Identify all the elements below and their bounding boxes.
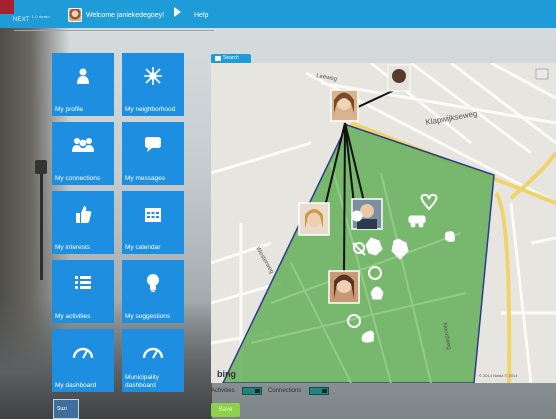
- tile-label: My neighborhood: [125, 105, 176, 113]
- thumbs-up-icon: [52, 201, 114, 227]
- background-lamp-pole: [40, 170, 43, 280]
- welcome-text: Welcome janiekedegoey!: [86, 12, 165, 19]
- map-search-tab[interactable]: Search: [211, 54, 251, 63]
- list-icon: [52, 270, 114, 296]
- neighborhood-map[interactable]: Leeweg Klapwijkseweg Westerweg Noordweg: [211, 63, 556, 383]
- tile-label: My connections: [55, 174, 101, 182]
- tile-label: My profile: [55, 105, 84, 113]
- tile-my-interests[interactable]: My interests: [52, 191, 114, 254]
- tile-label: My calendar: [125, 243, 161, 251]
- map-fullscreen-icon[interactable]: [535, 68, 549, 80]
- bottom-avatar[interactable]: Suzi: [53, 399, 79, 419]
- app-logo[interactable]: NEXT 1.0 demo: [13, 14, 50, 23]
- map-controls: Activities Connections: [211, 386, 556, 398]
- tile-label: My interests: [55, 243, 91, 251]
- car-icon: [408, 215, 426, 224]
- play-icon[interactable]: [174, 7, 181, 17]
- bottom-avatar-label: Suzi: [57, 406, 67, 412]
- tile-label: Municipality dashboard: [125, 374, 159, 389]
- activities-toggle[interactable]: [242, 387, 262, 395]
- help-link[interactable]: Help: [194, 12, 208, 19]
- search-tab-label: Search: [223, 55, 239, 61]
- car-wheel: [410, 222, 416, 228]
- tile-my-profile[interactable]: My profile: [52, 53, 114, 116]
- gauge-icon: [122, 339, 184, 365]
- save-button[interactable]: Save: [211, 403, 240, 417]
- tile-label: My suggestions: [125, 312, 171, 320]
- tile-label: My messages: [125, 174, 166, 182]
- top-bar: NEXT 1.0 demo Welcome janiekedegoey! Hel…: [0, 0, 556, 28]
- lightbulb-icon: [122, 270, 184, 296]
- tile-my-activities[interactable]: My activities: [52, 260, 114, 323]
- speech-bubble-icon: [122, 132, 184, 158]
- tile-my-suggestions[interactable]: My suggestions: [122, 260, 184, 323]
- search-icon: [215, 56, 221, 61]
- car-wheel: [418, 222, 424, 228]
- calendar-icon: [122, 201, 184, 227]
- person-icon: [52, 63, 114, 89]
- tile-my-dashboard[interactable]: My dashboard: [52, 329, 114, 392]
- bing-logo: bing: [217, 369, 236, 379]
- divider: [14, 30, 214, 31]
- neighborhood-icon: [122, 63, 184, 89]
- tile-my-neighborhood[interactable]: My neighborhood: [122, 53, 184, 116]
- tile-my-connections[interactable]: My connections: [52, 122, 114, 185]
- brand-mark: [0, 0, 14, 14]
- user-avatar[interactable]: [68, 8, 82, 22]
- gauge-icon: [52, 339, 114, 365]
- people-icon: [52, 132, 114, 158]
- connections-label: Connections: [268, 388, 302, 394]
- avatar-face: [392, 69, 406, 83]
- flower-icon: [351, 210, 363, 222]
- tile-my-messages[interactable]: My messages: [122, 122, 184, 185]
- tile-label: My dashboard: [55, 381, 97, 389]
- tile-my-calendar[interactable]: My calendar: [122, 191, 184, 254]
- tile-label: My activities: [55, 312, 91, 320]
- connections-toggle[interactable]: [309, 387, 329, 395]
- leaf-icon: [444, 231, 455, 242]
- tile-municipality-dashboard[interactable]: Municipality dashboard: [122, 329, 184, 392]
- map-attribution: © 2014 Nokia © 2014: [479, 373, 518, 378]
- activities-label: Activities: [211, 388, 235, 394]
- street-label: Westerweg: [254, 246, 274, 275]
- background-lamp: [35, 160, 47, 174]
